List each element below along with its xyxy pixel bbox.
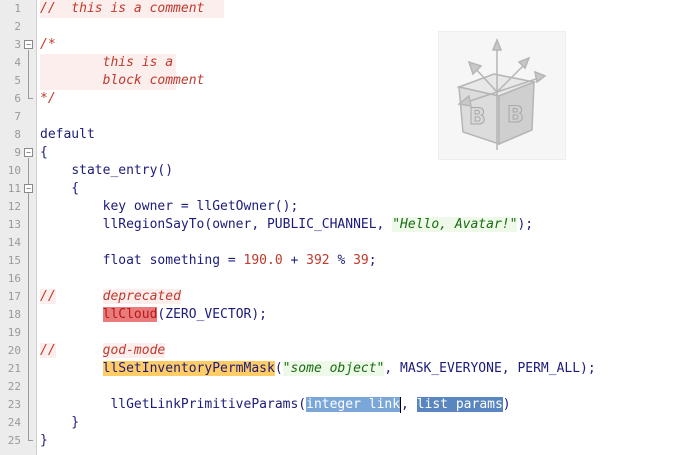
float-statement: float something = 190.0 + 392 % 39; (102, 253, 377, 268)
code-line: 16 (0, 270, 682, 288)
line-number: 7 (14, 110, 21, 123)
code-line: 6 */ (0, 90, 682, 108)
open-brace: { (40, 181, 80, 196)
line-number: 21 (7, 362, 21, 375)
code-line: 17 // deprecated (0, 288, 682, 306)
code-line: 18 llCloud(ZERO_VECTOR); (0, 306, 682, 324)
line-number: 25 (7, 434, 21, 447)
line-number: 23 (7, 398, 21, 411)
line-number: 16 (7, 272, 21, 285)
code-line: 13 llRegionSayTo(owner, PUBLIC_CHANNEL, … (0, 216, 682, 234)
line-number: 9 (14, 146, 21, 159)
string-literal: "Hello, Avatar!" (392, 217, 518, 232)
number-literal: 392 (306, 253, 330, 268)
open-brace: { (40, 145, 48, 160)
string-literal: "some object" (282, 361, 385, 376)
line-number: 1 (14, 2, 21, 15)
block-comment-close: */ (40, 91, 56, 106)
number-literal: 190.0 (243, 253, 283, 268)
code-line: 19 (0, 324, 682, 342)
code-line: 25 } (0, 432, 682, 450)
fold-collapse-icon[interactable]: − (24, 40, 33, 49)
line-number: 5 (14, 74, 21, 87)
line-number: 8 (14, 128, 21, 141)
code-line: 7 (0, 108, 682, 126)
line-number: 12 (7, 200, 21, 213)
line-number: 13 (7, 218, 21, 231)
code-line: 2 (0, 18, 682, 36)
godmode-function: llSetInventoryPermMask (102, 361, 275, 376)
get-link-params-statement: llGetLinkPrimitiveParams(integer link, l… (110, 396, 511, 413)
line-number: 17 (7, 290, 21, 303)
line-comment: // this is a comment (40, 0, 225, 18)
fold-collapse-icon[interactable]: − (24, 148, 33, 157)
logo-letter-right: B (507, 103, 524, 128)
deprecated-comment: // deprecated (40, 289, 181, 304)
line-number: 2 (14, 20, 21, 33)
code-line: 24 } (0, 414, 682, 432)
line-number: 18 (7, 308, 21, 321)
number-literal: 39 (353, 253, 369, 268)
state-entry-event: state_entry() (71, 163, 174, 178)
code-line: 21 llSetInventoryPermMask("some object",… (0, 360, 682, 378)
code-line: 15 float something = 190.0 + 392 % 39; (0, 252, 682, 270)
block-comment-text: block comment (40, 73, 205, 88)
line-number: 11 (7, 182, 21, 195)
param-placeholder[interactable]: integer link (306, 397, 401, 412)
fold-collapse-icon[interactable]: − (24, 184, 33, 193)
set-perm-mask-statement: llSetInventoryPermMask("some object", MA… (102, 361, 596, 376)
key-owner-statement: key owner = llGetOwner(); (102, 199, 299, 214)
code-line: 12 key owner = llGetOwner(); (0, 198, 682, 216)
line-number: 14 (7, 236, 21, 249)
code-line: 20 // god-mode (0, 342, 682, 360)
code-editor[interactable]: 1 // this is a comment 2 3 − /* 4 this i… (0, 0, 682, 455)
line-number: 24 (7, 416, 21, 429)
logo-letter-left: B (469, 105, 486, 130)
cloud-statement: llCloud(ZERO_VECTOR); (102, 307, 267, 322)
line-number: 15 (7, 254, 21, 267)
close-brace: } (40, 433, 48, 448)
deprecated-function: llCloud (102, 307, 158, 322)
godmode-comment: // god-mode (40, 343, 166, 358)
code-line: 10 state_entry() (0, 162, 682, 180)
param-placeholder[interactable]: list params (416, 397, 503, 412)
code-line: 3 − /* (0, 36, 682, 54)
close-brace: } (40, 415, 80, 430)
line-number: 6 (14, 92, 21, 105)
cube-icon: B B (456, 37, 547, 150)
block-comment-text: this is a (40, 55, 174, 70)
code-line: 5 block comment (0, 72, 682, 90)
code-line: 8 default (0, 126, 682, 144)
code-line: 22 (0, 378, 682, 396)
block-comment-open: /* (40, 37, 56, 52)
line-number: 20 (7, 344, 21, 357)
code-line: 9 − { (0, 144, 682, 162)
default-keyword: default (40, 127, 95, 142)
line-number: 4 (14, 56, 21, 69)
code-line: 23 llGetLinkPrimitiveParams(integer link… (0, 396, 682, 414)
region-say-statement: llRegionSayTo(owner, PUBLIC_CHANNEL, "He… (102, 217, 534, 232)
code-line: 14 (0, 234, 682, 252)
line-number: 10 (7, 164, 21, 177)
line-number: 22 (7, 380, 21, 393)
code-line: 1 // this is a comment (0, 0, 682, 18)
line-number: 19 (7, 326, 21, 339)
line-number: 3 (14, 38, 21, 51)
building-blocks-cube-logo: B B (438, 31, 566, 160)
code-line: 11 − { (0, 180, 682, 198)
code-line: 4 this is a (0, 54, 682, 72)
